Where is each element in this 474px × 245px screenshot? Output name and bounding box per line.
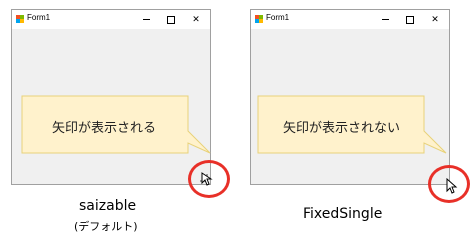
maximize-button[interactable] xyxy=(398,10,422,29)
minimize-button[interactable] xyxy=(134,10,158,29)
app-icon xyxy=(255,15,263,23)
minimize-button[interactable] xyxy=(373,10,397,29)
caption-default: (デフォルト) xyxy=(74,220,138,233)
window-title: Form1 xyxy=(27,13,51,22)
window-title: Form1 xyxy=(266,13,290,22)
highlight-ring-right xyxy=(428,165,470,203)
minimize-icon xyxy=(381,19,389,20)
caption-sizable: saizable xyxy=(79,198,137,214)
caption-fixed-single: FixedSingle xyxy=(303,206,383,222)
maximize-button[interactable] xyxy=(159,10,183,29)
maximize-icon xyxy=(167,15,175,24)
close-button[interactable]: ✕ xyxy=(423,10,447,29)
app-icon xyxy=(16,15,24,23)
callout-right-text: 矢印が表示されない xyxy=(283,121,401,136)
title-bar[interactable]: Form1 ✕ xyxy=(251,10,449,29)
highlight-ring-left xyxy=(188,160,230,198)
callout-left-text: 矢印が表示される xyxy=(52,121,157,136)
close-icon: ✕ xyxy=(192,14,200,25)
title-bar[interactable]: Form1 ✕ xyxy=(12,10,210,29)
close-button[interactable]: ✕ xyxy=(184,10,208,29)
minimize-icon xyxy=(142,19,150,20)
maximize-icon xyxy=(406,15,414,24)
close-icon: ✕ xyxy=(431,14,439,25)
